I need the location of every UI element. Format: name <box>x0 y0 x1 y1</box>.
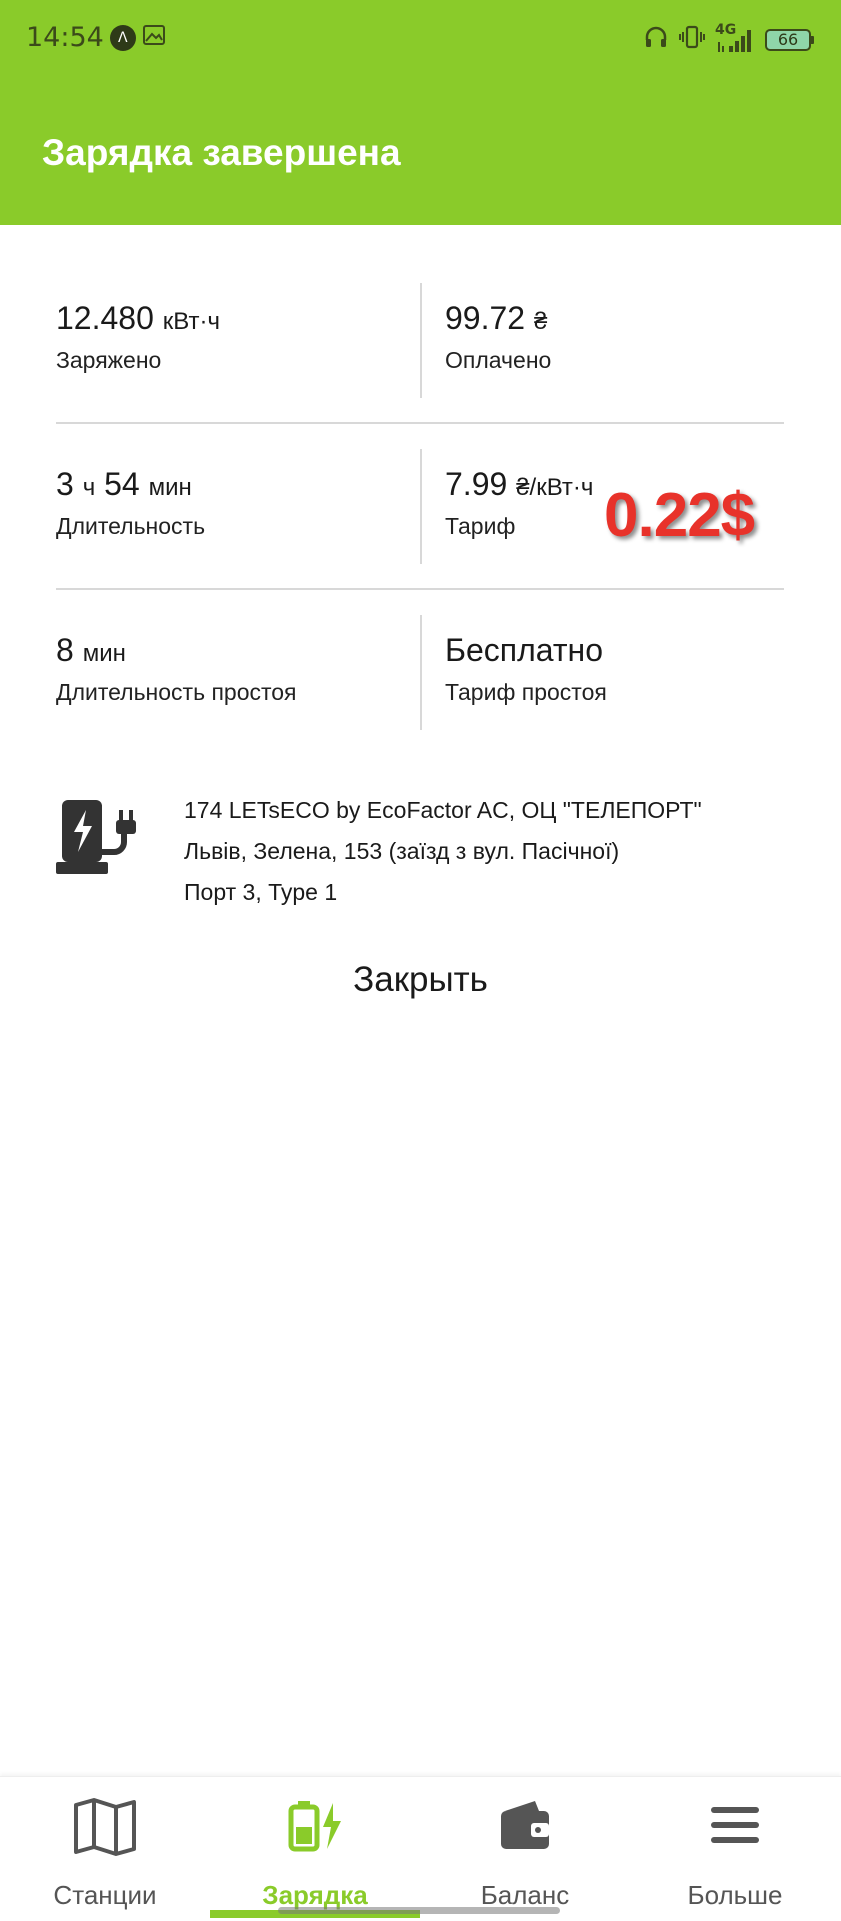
battery-charging-icon <box>287 1797 343 1858</box>
paid-value: 99.72 ₴ <box>445 300 551 337</box>
idle-duration-label: Длительность простоя <box>56 679 297 705</box>
menu-icon <box>707 1797 763 1858</box>
tariff-unit: ₴/кВт·ч <box>516 474 594 501</box>
idle-tariff-stat: Бесплатно Тариф простоя <box>445 632 607 706</box>
station-port: Порт 3, Type 1 <box>184 879 338 905</box>
nav-item-more[interactable]: Больше <box>630 1777 840 1921</box>
column-divider <box>420 449 422 564</box>
map-icon <box>72 1797 138 1862</box>
duration-value: 3 ч 54 мин <box>56 466 205 503</box>
bottom-nav: Станции Зарядка Баланс Больше <box>0 1776 841 1921</box>
nav-label: Станции <box>53 1880 157 1910</box>
charged-stat: 12.480 кВт·ч Заряжено <box>56 300 220 374</box>
nav-label: Больше <box>687 1880 783 1910</box>
gallery-notification-icon <box>142 22 166 53</box>
status-bar: 14:54 Λ 4G 66 <box>0 0 841 78</box>
wallet-icon <box>497 1797 553 1858</box>
status-time: 14:54 <box>26 22 104 53</box>
tariff-value: 7.99 ₴/кВт·ч <box>445 466 593 503</box>
paid-stat: 99.72 ₴ Оплачено <box>445 300 551 374</box>
app-notification-icon: Λ <box>109 24 136 51</box>
charged-label: Заряжено <box>56 347 162 373</box>
duration-minutes: 54 <box>104 466 140 502</box>
app-bar: Зарядка завершена <box>0 78 841 225</box>
paid-amount: 99.72 <box>445 300 526 336</box>
status-bar-left: 14:54 Λ <box>26 22 166 53</box>
station-name: 174 LETsECO by EcoFactor AC, ОЦ "ТЕЛЕПОР… <box>184 797 702 823</box>
duration-hours-unit: ч <box>82 474 96 501</box>
charged-unit: кВт·ч <box>162 308 220 335</box>
usd-overlay: 0.22$ <box>604 481 755 550</box>
close-button[interactable]: Закрыть <box>0 960 841 1000</box>
status-bar-right: 4G 66 <box>643 22 815 55</box>
tariff-stat: 7.99 ₴/кВт·ч Тариф <box>445 466 593 540</box>
idle-tariff-value: Бесплатно <box>445 632 604 668</box>
row-divider <box>56 422 784 424</box>
idle-tariff-label: Тариф простоя <box>445 679 607 705</box>
headphones-icon <box>643 24 669 55</box>
page-title: Зарядка завершена <box>42 132 401 173</box>
station-text: 174 LETsECO by EcoFactor AC, ОЦ "ТЕЛЕПОР… <box>184 790 702 913</box>
station-address: Львів, Зелена, 153 (заїзд з вул. Пасічно… <box>184 838 620 864</box>
column-divider <box>420 283 422 398</box>
idle-duration-stat: 8 мин Длительность простоя <box>56 632 297 706</box>
charged-amount: 12.480 <box>56 300 154 336</box>
tariff-label: Тариф <box>445 513 516 539</box>
nav-item-stations[interactable]: Станции <box>0 1777 210 1921</box>
tariff-amount: 7.99 <box>445 466 508 502</box>
vibrate-icon <box>679 24 705 55</box>
battery-icon: 66 <box>765 28 815 52</box>
signal-icon: 4G <box>715 22 755 54</box>
column-divider <box>420 615 422 730</box>
nav-item-balance[interactable]: Баланс <box>420 1777 630 1921</box>
nav-item-charging[interactable]: Зарядка <box>210 1777 420 1921</box>
home-indicator[interactable] <box>278 1907 560 1914</box>
paid-unit: ₴ <box>533 308 548 335</box>
idle-duration-value: 8 мин <box>56 632 297 669</box>
duration-label: Длительность <box>56 513 206 539</box>
idle-duration-amount: 8 <box>56 632 74 668</box>
duration-stat: 3 ч 54 мин Длительность <box>56 466 205 540</box>
paid-label: Оплачено <box>445 347 552 373</box>
duration-minutes-unit: мин <box>148 474 192 501</box>
row-divider <box>56 588 784 590</box>
charging-station-icon <box>56 798 146 883</box>
battery-level: 66 <box>777 29 799 49</box>
charged-value: 12.480 кВт·ч <box>56 300 220 337</box>
duration-hours: 3 <box>56 466 74 502</box>
idle-duration-unit: мин <box>82 640 126 667</box>
